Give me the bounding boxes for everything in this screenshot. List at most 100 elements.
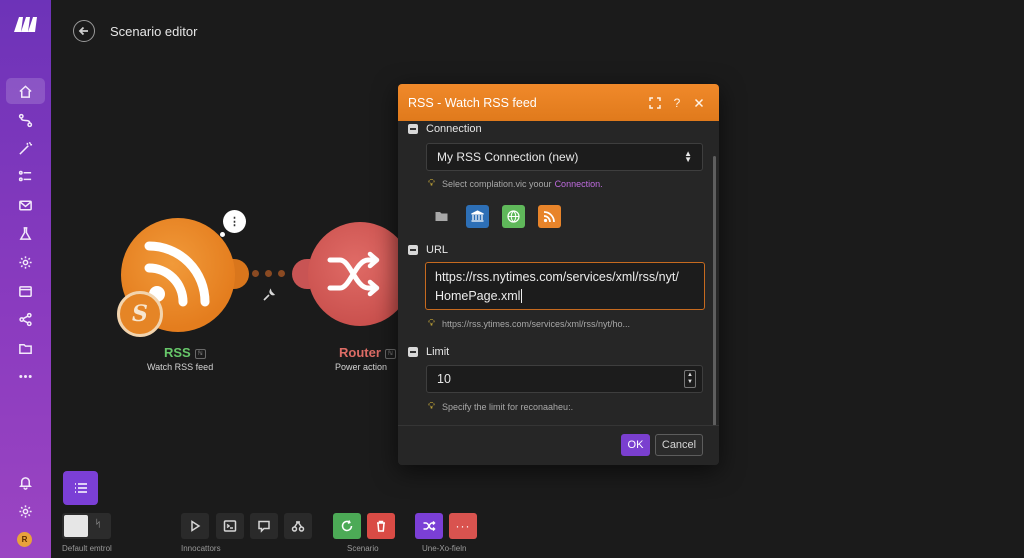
url-section-toggle[interactable]: URL [408, 244, 448, 256]
limit-section-toggle[interactable]: Limit [408, 346, 449, 358]
folder-icon [435, 212, 448, 221]
help-icon: ? [673, 95, 681, 110]
sidebar-item-apps[interactable] [6, 278, 45, 304]
ok-button[interactable]: OK [621, 434, 650, 456]
url-label: URL [426, 244, 449, 256]
bubble-tail-dot [220, 232, 225, 237]
rss-module-subtitle: Watch RSS feed [147, 362, 214, 372]
console-button[interactable] [216, 513, 244, 539]
url-hint: 💡︎ https://rss.ytimes.com/services/xml/r… [428, 318, 631, 329]
limit-input[interactable]: 10 ▲ ▼ [426, 365, 703, 393]
collapse-icon [408, 245, 418, 255]
dialog-scrollbar[interactable] [713, 156, 716, 426]
route-icon [18, 113, 33, 127]
play-icon [191, 520, 201, 532]
limit-value: 10 [437, 372, 451, 386]
cancel-button[interactable]: Cancel [655, 434, 703, 456]
sidebar-item-routes[interactable] [6, 107, 45, 133]
scenario-refresh-button[interactable] [333, 513, 361, 539]
connection-section-toggle[interactable]: Connection [408, 123, 482, 135]
delete-button[interactable] [367, 513, 395, 539]
expand-icon [649, 96, 661, 109]
wrench-icon[interactable] [262, 288, 276, 302]
auto-align-button[interactable] [284, 513, 312, 539]
sidebar: R [0, 0, 51, 558]
url-input[interactable]: https://rss.nytimes.com/services/xml/rss… [425, 262, 705, 310]
expand-button[interactable] [645, 93, 665, 113]
rss-module-badge: S [117, 291, 163, 337]
shuffle-icon [423, 520, 436, 532]
connection-help-link[interactable]: Connection. [555, 179, 603, 189]
refresh-icon [341, 520, 353, 532]
collapse-icon [408, 124, 418, 134]
lightbulb-icon: 💡︎ [428, 178, 435, 189]
url-value-line1: https://rss.nytimes.com/services/xml/rss… [435, 270, 679, 284]
list-icon [18, 170, 32, 181]
sidebar-item-templates[interactable] [6, 135, 45, 161]
sidebar-item-folders[interactable] [6, 335, 45, 361]
dialog-title: RSS - Watch RSS feed [408, 95, 537, 110]
collapse-icon [408, 347, 418, 357]
sidebar-item-preferences[interactable] [6, 498, 45, 524]
module-settings-dialog: RSS - Watch RSS feed ? Connection My RSS… [398, 84, 719, 465]
more-icon: ··· [455, 519, 471, 533]
lightbulb-icon: 💡︎ [428, 401, 435, 412]
sidebar-item-notifications[interactable] [6, 469, 45, 495]
module-menu-bubble[interactable]: ⋮ [223, 210, 246, 233]
connection-select-value: My RSS Connection (new) [437, 150, 579, 164]
toggle-knob [64, 515, 88, 537]
router-module-subtitle: Power action [335, 362, 388, 372]
arrow-left-icon [78, 26, 88, 36]
notes-button[interactable] [250, 513, 278, 539]
sidebar-item-list[interactable] [6, 163, 45, 189]
page-title: Scenario editor [110, 24, 198, 39]
globe-icon [507, 210, 520, 223]
wand-icon [19, 141, 33, 155]
rss-type-button[interactable] [538, 205, 561, 228]
rss-badge-glyph: S [132, 301, 148, 327]
limit-stepper[interactable]: ▲ ▼ [684, 370, 696, 388]
dialog-header[interactable]: RSS - Watch RSS feed ? [398, 84, 719, 121]
folder-icon [19, 343, 32, 354]
flow-control-button[interactable] [63, 471, 98, 505]
sidebar-item-share[interactable] [6, 306, 45, 332]
run-once-button[interactable] [181, 513, 209, 539]
globe-type-button[interactable] [502, 205, 525, 228]
toggle-side-glyph: ᛋ [95, 519, 101, 530]
sidebar-item-more[interactable] [6, 363, 45, 389]
flask-icon [19, 226, 32, 240]
sidebar-item-mail[interactable] [6, 192, 45, 218]
home-icon [19, 84, 32, 98]
connection-select[interactable]: My RSS Connection (new) ▲ ▼ [426, 143, 703, 171]
module-id-tag: ℕ [384, 348, 396, 359]
folder-type-button[interactable] [430, 205, 453, 228]
more-icon [19, 374, 32, 378]
sidebar-item-lab[interactable] [6, 220, 45, 246]
router-tool-button[interactable] [415, 513, 443, 539]
trash-icon [377, 520, 385, 532]
help-button[interactable]: ? [667, 93, 687, 113]
sidebar-item-home[interactable] [6, 78, 45, 104]
sidebar-item-settings[interactable] [6, 249, 45, 275]
more-tools-button[interactable]: ··· [449, 513, 477, 539]
dialog-footer: OK Cancel [398, 425, 719, 465]
run-toggle[interactable]: ᛋ [62, 513, 111, 539]
make-logo[interactable] [12, 14, 40, 36]
close-button[interactable] [689, 93, 709, 113]
bell-icon [19, 476, 32, 490]
share-icon [19, 312, 32, 326]
institution-type-button[interactable] [466, 205, 489, 228]
url-value-line2: HomePage.xml [435, 289, 523, 303]
limit-label: Limit [426, 346, 450, 358]
router-module[interactable] [308, 222, 412, 326]
lightbulb-icon: 💡︎ [428, 318, 435, 329]
comment-icon [258, 520, 270, 533]
terminal-icon [223, 520, 237, 532]
settings-icon [19, 504, 32, 518]
module-id-tag: ℕ [194, 348, 206, 359]
list-icon [74, 483, 87, 493]
connection-label: Connection [426, 123, 482, 135]
avatar[interactable]: R [17, 532, 32, 547]
close-icon [694, 98, 704, 107]
back-button[interactable] [73, 20, 95, 42]
